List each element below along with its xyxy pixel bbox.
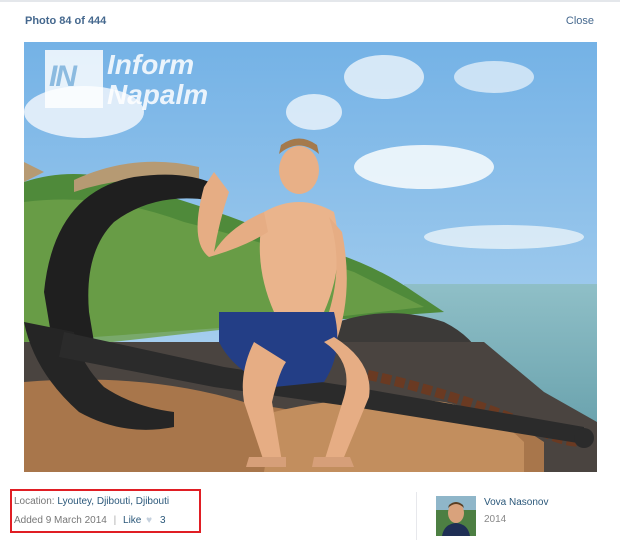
watermark-logo-text: IN	[49, 60, 77, 93]
like-count[interactable]: 3	[160, 515, 166, 526]
watermark-logo: IN	[45, 50, 103, 108]
location-link[interactable]: Lyoutey, Djibouti, Djibouti	[57, 496, 169, 507]
avatar[interactable]	[436, 496, 476, 536]
like-button[interactable]: Like	[123, 515, 141, 526]
location-label: Location:	[14, 496, 55, 507]
photo-info-panel: Location: Lyoutey, Djibouti, Djibouti Ad…	[0, 472, 620, 545]
added-date: Added 9 March 2014	[14, 515, 107, 526]
watermark: IN Inform Napalm	[45, 42, 245, 122]
watermark-line2: Napalm	[107, 79, 209, 110]
separator: |	[113, 515, 117, 526]
owner-year: 2014	[484, 514, 507, 525]
watermark-line1: Inform	[107, 49, 195, 80]
close-button[interactable]: Close	[566, 15, 594, 27]
photo-viewer-header: Photo 84 of 444 Close	[0, 0, 620, 42]
panel-divider	[416, 492, 417, 540]
photo-counter: Photo 84 of 444	[25, 15, 107, 27]
owner-name-link[interactable]: Vova Nasonov	[484, 497, 549, 508]
avatar-image	[436, 496, 476, 536]
heart-icon[interactable]: ♥	[146, 515, 156, 526]
watermark-text: Inform Napalm	[107, 50, 208, 110]
added-line: Added 9 March 2014 | Like ♥ 3	[14, 515, 166, 526]
location-line: Location: Lyoutey, Djibouti, Djibouti	[14, 496, 169, 507]
